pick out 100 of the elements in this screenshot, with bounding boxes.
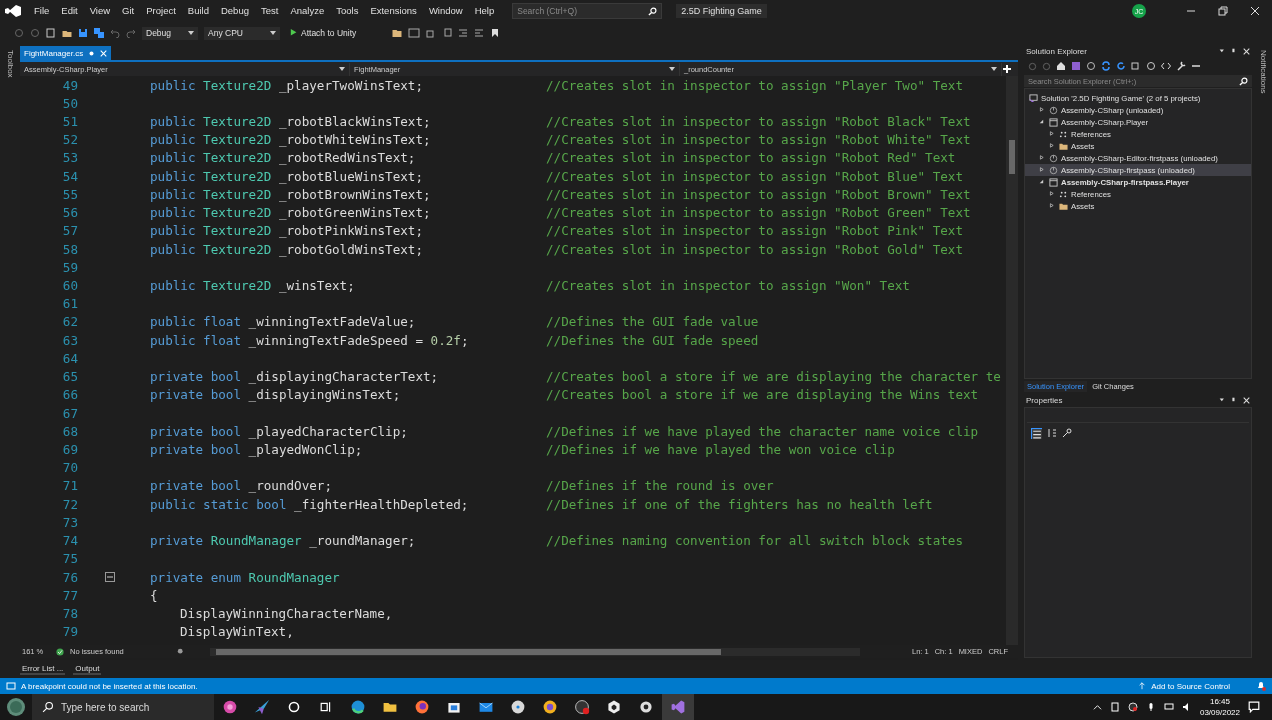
menu-item[interactable]: View [83,0,117,22]
configuration-dropdown[interactable]: Debug [142,26,198,40]
menu-item[interactable]: Help [468,0,501,22]
ring-icon[interactable] [288,701,300,713]
code-comment: //Creates slot in inspector to assign "Player Two" Text [546,77,963,93]
expanded-arrow-icon[interactable] [1039,118,1046,126]
code-line: private bool _roundOver; [150,478,332,494]
refresh-icon[interactable] [1116,61,1126,71]
pin-icon[interactable] [1231,47,1238,55]
caret-icon[interactable] [270,31,276,35]
menu-item[interactable]: Tools [330,0,365,22]
toolbox-tab[interactable]: Toolbox [5,50,15,78]
cube-icon[interactable] [606,699,622,715]
disc-icon[interactable] [510,699,526,715]
tray-record-icon[interactable] [1127,702,1138,712]
menu-item[interactable]: Edit [55,0,84,22]
close-icon[interactable] [1243,396,1250,404]
horizontal-scrollbar[interactable] [210,647,860,656]
collapse-icon[interactable] [105,572,115,582]
indent-icon[interactable] [458,28,469,38]
menu-item[interactable]: Build [181,0,215,22]
caret-icon[interactable] [991,67,997,71]
code-comment: //Creates slot in inspector to assign "Robot Gold" Text [546,241,963,257]
source-control-button[interactable]: Add to Source Control [1151,681,1230,691]
undo-icon[interactable] [110,28,120,38]
menu-item[interactable]: Window [422,0,469,22]
menu-item[interactable]: Test [254,0,285,22]
notifications-tab[interactable]: Notifications [1258,50,1268,94]
document-tab[interactable]: FightManager.cs [20,46,112,60]
tool-window-tab[interactable]: Output [73,663,102,675]
vertical-scrollbar[interactable] [1006,76,1018,645]
code-comment: //Defines if we have played the won voice clip [546,442,895,457]
save-icon[interactable] [78,28,88,38]
line-number: 66 [62,387,78,403]
menu-item[interactable]: Debug [214,0,255,22]
menu-item[interactable]: File [28,0,56,22]
restore-icon[interactable] [1218,6,1228,16]
plus-icon[interactable] [1002,64,1012,74]
folder-icon[interactable] [392,28,403,38]
tool-window-tab[interactable]: Error List ... [20,663,66,675]
line-number: 65 [62,369,78,385]
project-icon [1049,165,1058,175]
caret-icon[interactable] [669,67,675,71]
taskbar-search[interactable]: Type here to search [32,694,214,720]
window-title: 2.5D Fighting Game [676,4,767,18]
menu-item[interactable]: Git [116,0,141,22]
fox-icon[interactable] [414,699,430,715]
start-orb-icon[interactable] [6,697,26,717]
sync-icon[interactable] [1101,61,1111,71]
bell-icon[interactable] [1256,681,1266,691]
notification-icon[interactable] [1248,701,1260,713]
code-line: private bool _playedWonClip; [150,442,363,457]
window-icon[interactable] [408,28,421,38]
tray-app-icon[interactable] [1109,702,1120,712]
code-line: public float _winningTextFadeValue; [150,314,416,330]
platform-dropdown[interactable]: Any CPU [204,26,280,40]
wrench-icon[interactable] [1176,61,1186,71]
code-line: public Texture2D _robotPinkWinsText; [150,223,423,239]
network-icon[interactable] [1163,702,1174,712]
caret-icon[interactable] [339,67,345,71]
sort-icon[interactable] [1047,428,1057,438]
chevron-up-icon[interactable] [1092,702,1102,712]
menu-item[interactable]: Project [140,0,182,22]
bookmark-icon[interactable] [490,28,501,38]
categorized-icon[interactable] [1031,427,1042,439]
round-app-icon[interactable] [542,699,558,715]
pin-icon[interactable] [1231,396,1238,404]
code-comment: //Creates bool a store if we are displaying the character te [546,369,1001,385]
code-comment: //Defines if one of the fighters has no health left [546,496,933,512]
close-icon[interactable] [1243,47,1250,55]
line-number: 59 [62,259,78,275]
outdent-icon[interactable] [474,28,485,38]
menu-item[interactable]: Extensions [364,0,423,22]
browser-icon[interactable] [350,699,366,715]
flower-icon [221,698,239,716]
code-icon[interactable] [1161,61,1171,71]
references-icon [1059,129,1068,139]
line-number: 49 [62,77,78,93]
open-folder-icon[interactable] [62,28,72,38]
caret-icon[interactable] [1219,47,1226,55]
collapsed-arrow-icon[interactable] [1039,106,1046,114]
redo-icon[interactable] [126,28,136,38]
check-icon [56,647,64,656]
clock-date[interactable]: 03/09/2022 [1199,707,1240,718]
switch-views-icon[interactable] [1071,61,1081,71]
clock-time[interactable]: 16:45 [1209,696,1230,707]
expanded-arrow-icon[interactable] [1039,178,1046,186]
attach-button[interactable]: Attach to Unity [286,28,361,38]
close-icon[interactable] [1250,6,1260,16]
ide-icon[interactable] [670,699,686,715]
menu-item[interactable]: Analyze [284,0,331,22]
key-icon[interactable] [1062,428,1072,438]
caret-icon[interactable] [188,31,194,35]
bird-icon [253,698,271,716]
task-view-icon[interactable] [320,701,332,713]
save-all-icon[interactable] [94,28,104,38]
home-icon[interactable] [1056,61,1066,71]
search-field[interactable]: Search (Ctrl+Q) [512,3,663,19]
record-icon[interactable] [574,699,590,715]
caret-icon[interactable] [1219,396,1226,404]
